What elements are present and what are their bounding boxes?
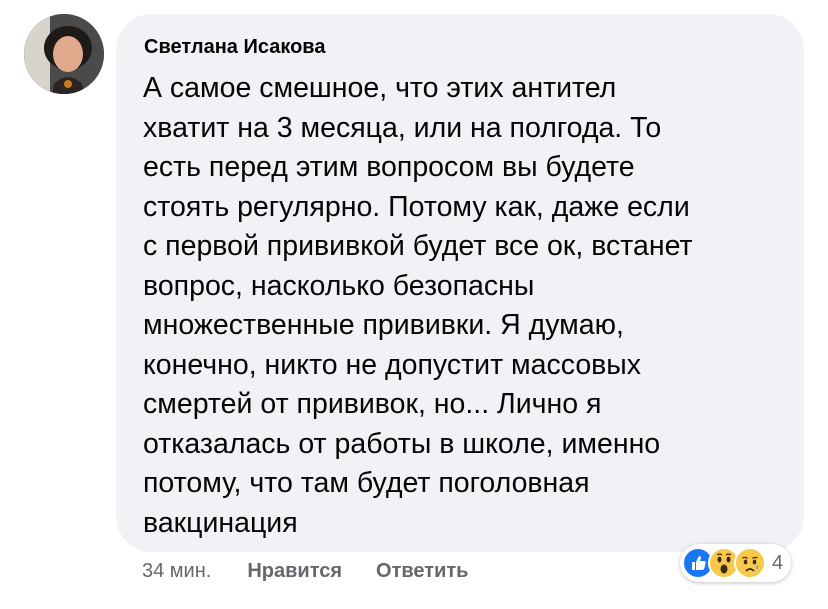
comment-line: с первой прививкой будет все ок, встанет: [143, 230, 693, 262]
comment-line: А самое смешное, что этих антител: [143, 72, 617, 104]
comment-bubble: Светлана Исакова А самое смешное, что эт…: [116, 14, 804, 552]
like-button[interactable]: Нравится: [247, 560, 342, 583]
comment-line: множественные прививки. Я думаю,: [143, 309, 624, 341]
reaction-count: 4: [772, 551, 784, 574]
sad-icon: [734, 547, 766, 579]
comment-line: отказалась от работы в школе, именно: [143, 427, 661, 460]
comment-line: смертей от прививок, но... Лично я: [143, 388, 602, 420]
comment-line: конечно, никто не допустит массовых: [143, 348, 642, 381]
comment-line: есть перед этим вопросом вы будете: [143, 151, 635, 183]
comment-line: хватит на 3 месяца, или на полгода. То: [143, 111, 662, 144]
comment-line: вакцинация: [143, 506, 298, 539]
comment-actions: 34 мин. Нравится Ответить: [142, 560, 502, 583]
comment-line: вопрос, насколько безопасны: [143, 269, 535, 302]
reply-button[interactable]: Ответить: [376, 560, 468, 583]
avatar[interactable]: [24, 14, 104, 94]
comment-line: стоять регулярно. Потому как, даже если: [143, 190, 690, 223]
reactions-summary[interactable]: 4: [680, 544, 792, 582]
comment-timestamp[interactable]: 34 мин.: [142, 560, 211, 583]
comment-author[interactable]: Светлана Исакова: [144, 36, 325, 59]
comment-text: А самое смешное, что этих антител хватит…: [143, 69, 793, 543]
comment-line: потому, что там будет поголовная: [143, 467, 590, 499]
